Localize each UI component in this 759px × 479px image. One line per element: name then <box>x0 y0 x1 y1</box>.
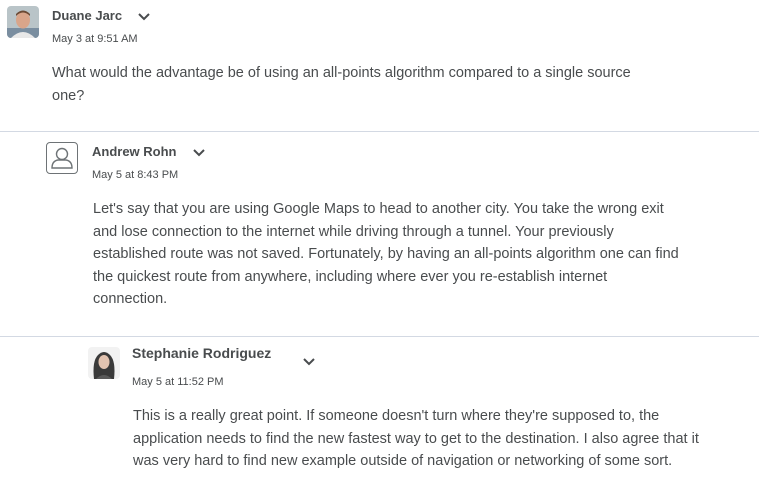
avatar[interactable] <box>88 347 120 379</box>
post-timestamp: May 5 at 8:43 PM <box>92 169 179 181</box>
chevron-down-icon[interactable] <box>190 146 208 160</box>
divider <box>0 131 759 132</box>
post-body: This is a really great point. If someone… <box>133 405 699 473</box>
post-body-line: established route was not saved. Fortuna… <box>93 246 679 262</box>
chevron-down-icon[interactable] <box>135 10 153 24</box>
divider <box>0 336 759 337</box>
post-body-line: the quickest route from anywhere, includ… <box>93 268 608 285</box>
post-body-line: was very hard to find new example outsid… <box>133 453 673 469</box>
post-body-line: This is a really great point. If someone… <box>133 408 660 424</box>
avatar[interactable] <box>7 6 39 38</box>
post-body-line: connection. <box>93 291 168 307</box>
post-body: What would the advantage be of using an … <box>52 62 631 107</box>
post-body-line: one? <box>52 87 85 104</box>
avatar[interactable] <box>46 142 78 174</box>
post-body-line: What would the advantage be of using an … <box>52 65 631 81</box>
author-name[interactable]: Andrew Rohn <box>92 144 177 159</box>
post-body-line: Let's say that you are using Google Maps… <box>93 201 664 217</box>
post-body-line: and lose connection to the internet whil… <box>93 223 614 240</box>
post-timestamp: May 5 at 11:52 PM <box>132 376 224 388</box>
post-body-line: application needs to find the new fastes… <box>133 430 699 447</box>
author-name[interactable]: Duane Jarc <box>52 8 122 23</box>
post-body: Let's say that you are using Google Maps… <box>93 198 679 311</box>
chevron-down-icon[interactable] <box>300 355 318 369</box>
post-timestamp: May 3 at 9:51 AM <box>52 33 138 45</box>
user-icon <box>51 147 73 169</box>
author-name[interactable]: Stephanie Rodriguez <box>132 345 271 361</box>
